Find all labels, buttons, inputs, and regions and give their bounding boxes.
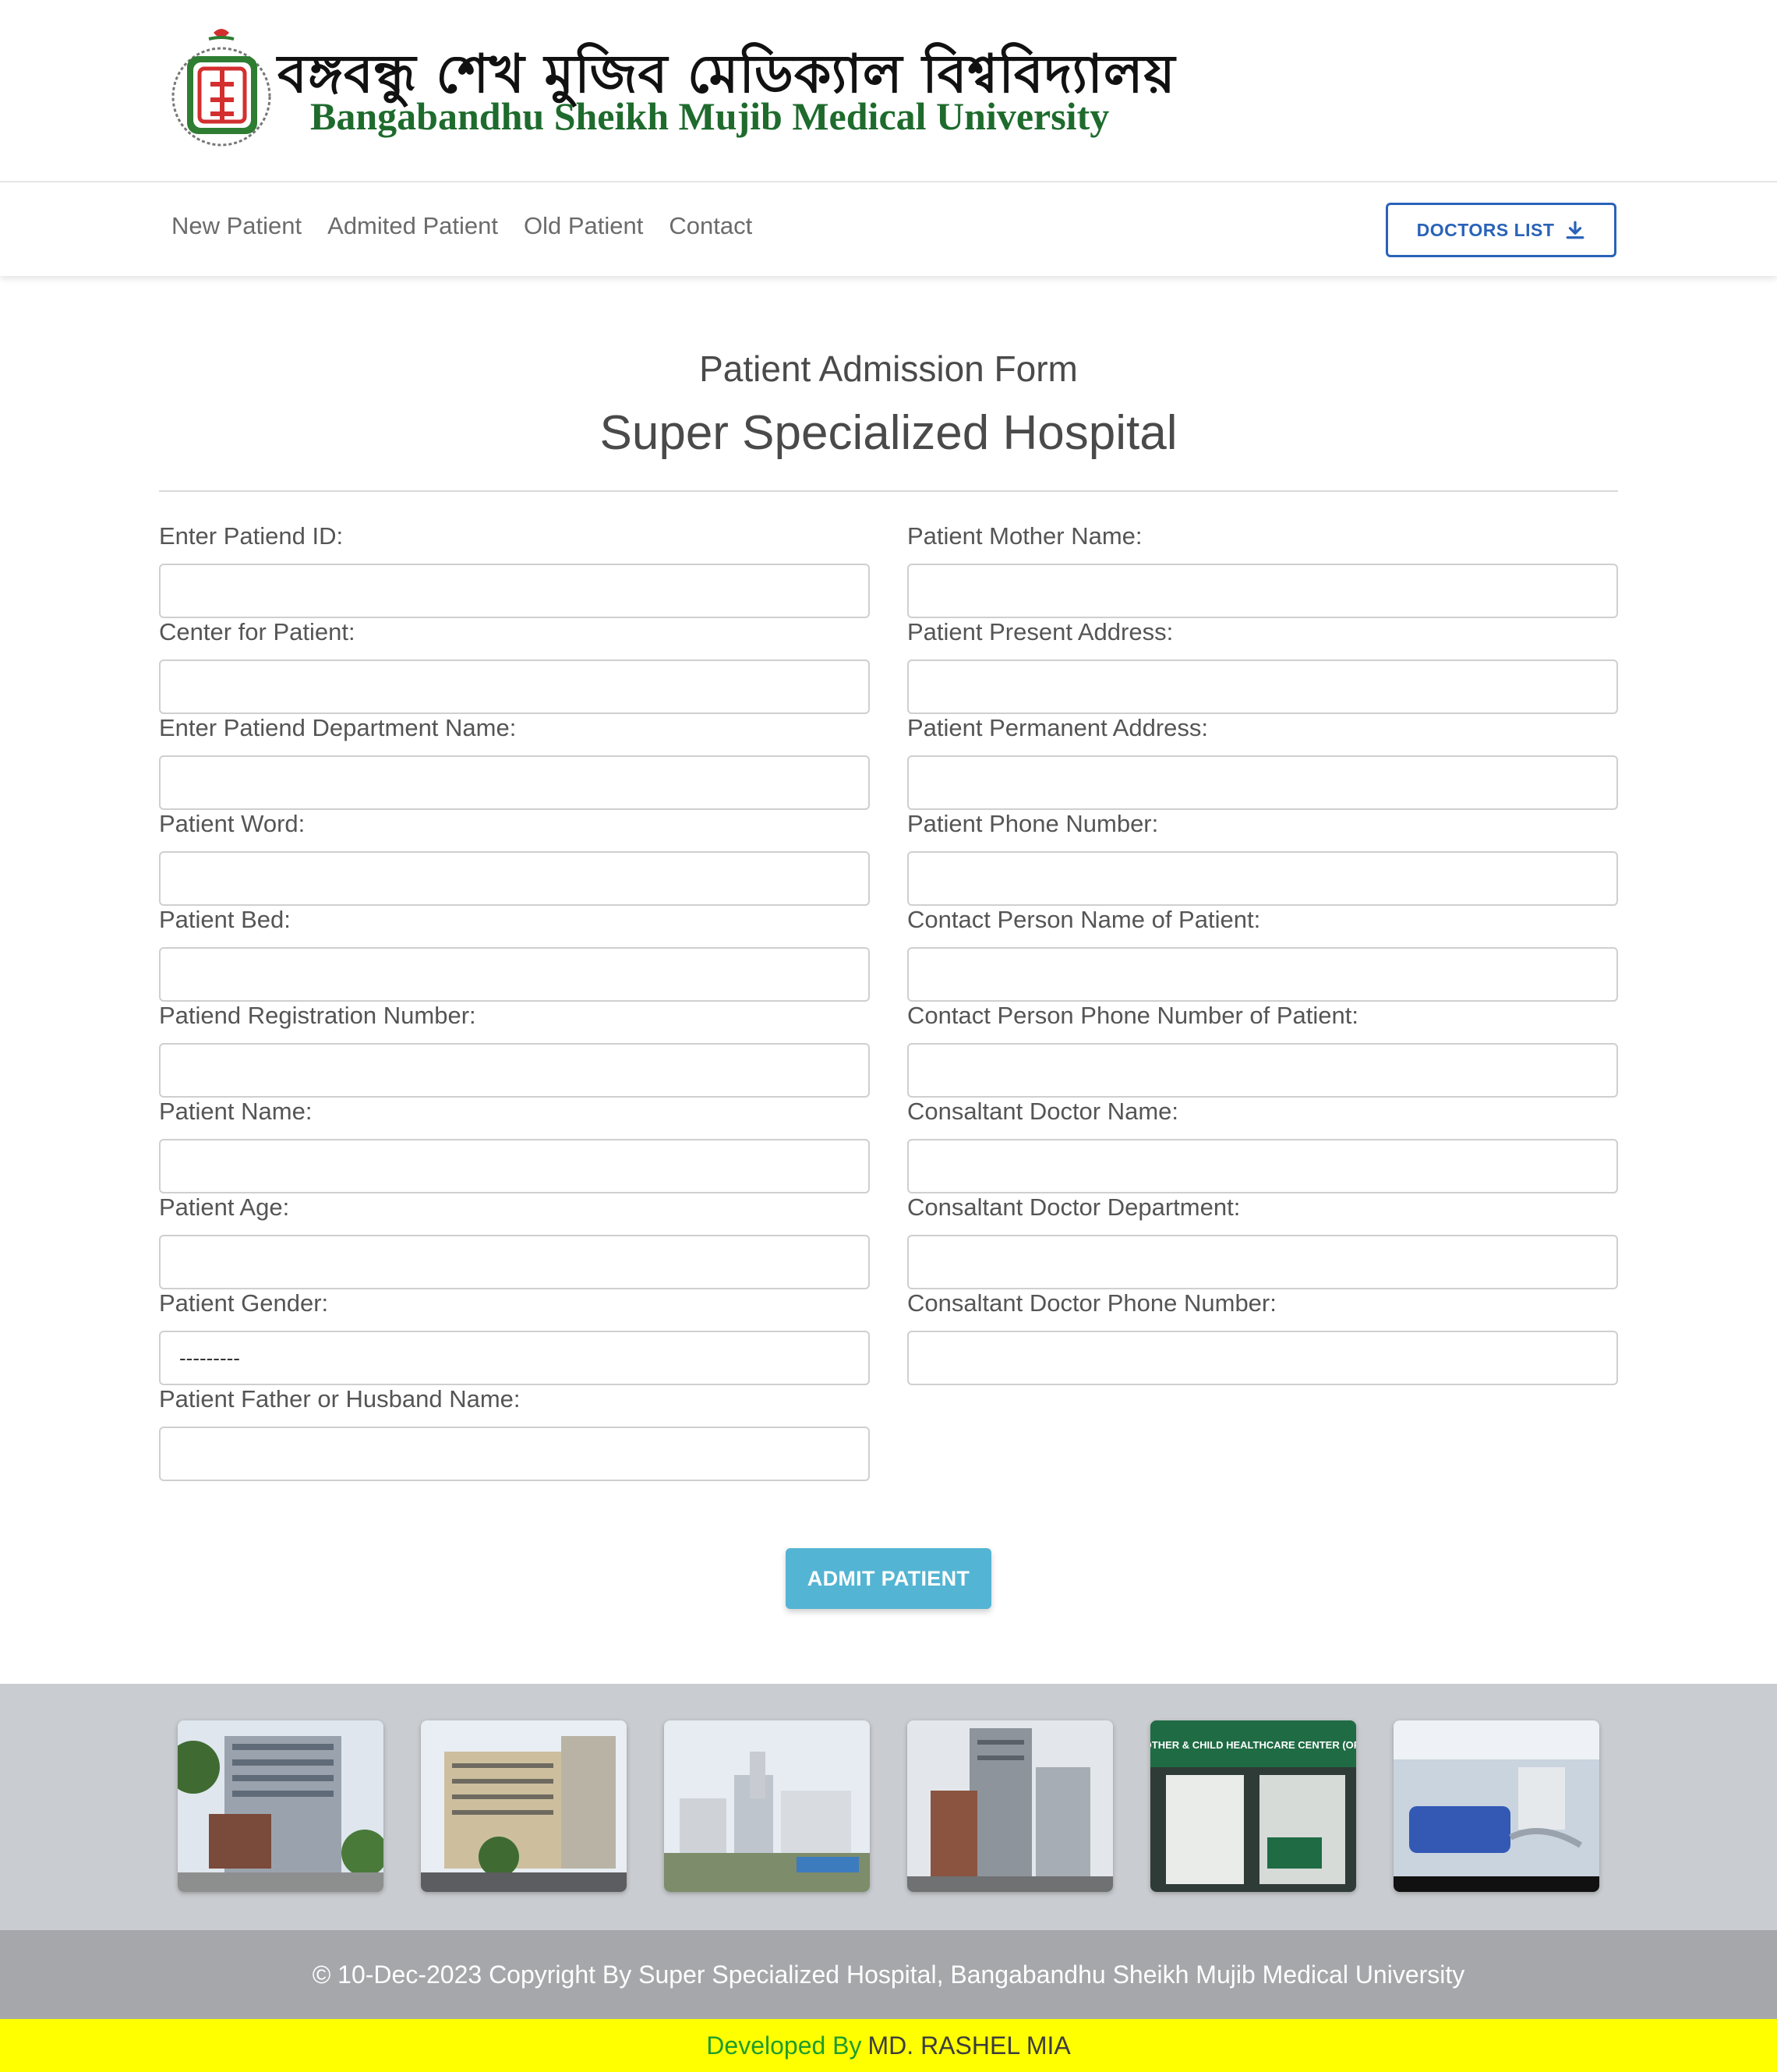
ward-input[interactable] <box>159 851 870 906</box>
field-patient-id: Enter Patiend ID: <box>159 518 870 618</box>
admit-patient-button[interactable]: ADMIT PATIENT <box>786 1548 991 1609</box>
developed-by-label: Developed By <box>706 2031 862 2060</box>
nav-links: New Patient Admited Patient Old Patient … <box>171 212 778 240</box>
field-contact-person-phone: Contact Person Phone Number of Patient: <box>907 998 1618 1098</box>
field-patient-name: Patient Name: <box>159 1094 870 1193</box>
patient-age-input[interactable] <box>159 1235 870 1289</box>
patient-id-input[interactable] <box>159 564 870 618</box>
field-registration-number: Patiend Registration Number: <box>159 998 870 1098</box>
gallery-photo-2[interactable] <box>421 1720 627 1892</box>
mother-name-input[interactable] <box>907 564 1618 618</box>
hospital-ward-photo-icon <box>1394 1720 1599 1892</box>
copyright-bar: © 10-Dec-2023 Copyright By Super Special… <box>0 1930 1777 2019</box>
phone-number-input[interactable] <box>907 851 1618 906</box>
father-husband-name-label: Patient Father or Husband Name: <box>159 1385 521 1413</box>
field-patient-gender: Patient Gender: --------- <box>159 1285 870 1385</box>
field-permanent-address: Patient Permanent Address: <box>907 710 1618 810</box>
department-input[interactable] <box>159 755 870 810</box>
field-center: Center for Patient: <box>159 614 870 714</box>
nav-admitted-patient[interactable]: Admited Patient <box>327 212 498 240</box>
patient-id-label: Enter Patiend ID: <box>159 522 344 550</box>
field-patient-age: Patient Age: <box>159 1190 870 1289</box>
doctors-list-button[interactable]: DOCTORS LIST <box>1386 203 1616 257</box>
consultant-doctor-phone-input[interactable] <box>907 1331 1618 1385</box>
building-photo-icon <box>664 1720 870 1892</box>
permanent-address-input[interactable] <box>907 755 1618 810</box>
gallery-photo-3[interactable] <box>664 1720 870 1892</box>
contact-person-phone-input[interactable] <box>907 1043 1618 1098</box>
field-mother-name: Patient Mother Name: <box>907 518 1618 618</box>
photo-gallery: MOTHER & CHILD HEALTHCARE CENTER (OPD) <box>0 1684 1777 1930</box>
permanent-address-label: Patient Permanent Address: <box>907 714 1209 741</box>
site-header: বঙ্গবন্ধু শেখ মুজিব মেডিক্যাল বিশ্ববিদ্য… <box>0 0 1777 182</box>
bed-label: Patient Bed: <box>159 906 291 933</box>
consultant-doctor-department-input[interactable] <box>907 1235 1618 1289</box>
healthcare-sign-text: MOTHER & CHILD HEALTHCARE CENTER (OPD) <box>1150 1739 1356 1751</box>
building-photo-icon <box>421 1720 627 1892</box>
patient-gender-label: Patient Gender: <box>159 1289 329 1317</box>
phone-number-label: Patient Phone Number: <box>907 810 1159 837</box>
university-seal-icon <box>171 29 271 147</box>
consultant-doctor-name-input[interactable] <box>907 1139 1618 1193</box>
nav-contact[interactable]: Contact <box>669 212 752 240</box>
contact-person-name-input[interactable] <box>907 947 1618 1002</box>
department-label: Enter Patiend Department Name: <box>159 714 517 741</box>
nav-new-patient[interactable]: New Patient <box>171 212 302 240</box>
field-consultant-doctor-name: Consaltant Doctor Name: <box>907 1094 1618 1193</box>
bed-input[interactable] <box>159 947 870 1002</box>
patient-age-label: Patient Age: <box>159 1193 290 1221</box>
gallery-photo-5[interactable]: MOTHER & CHILD HEALTHCARE CENTER (OPD) <box>1150 1720 1356 1892</box>
ward-label: Patient Word: <box>159 810 306 837</box>
mother-name-label: Patient Mother Name: <box>907 522 1143 550</box>
center-input[interactable] <box>159 659 870 714</box>
field-bed: Patient Bed: <box>159 902 870 1002</box>
doctors-list-label: DOCTORS LIST <box>1416 219 1555 240</box>
nav-old-patient[interactable]: Old Patient <box>524 212 643 240</box>
field-contact-person-name: Contact Person Name of Patient: <box>907 902 1618 1002</box>
father-husband-name-input[interactable] <box>159 1427 870 1481</box>
consultant-doctor-phone-label: Consaltant Doctor Phone Number: <box>907 1289 1277 1317</box>
patient-name-input[interactable] <box>159 1139 870 1193</box>
contact-person-phone-label: Contact Person Phone Number of Patient: <box>907 1002 1358 1029</box>
gallery-photo-4[interactable] <box>907 1720 1113 1892</box>
title-divider <box>159 490 1618 492</box>
main-navbar: New Patient Admited Patient Old Patient … <box>0 184 1777 276</box>
university-name-english: Bangabandhu Sheikh Mujib Medical Univers… <box>310 94 1110 138</box>
registration-number-label: Patiend Registration Number: <box>159 1002 476 1029</box>
present-address-label: Patient Present Address: <box>907 618 1174 645</box>
field-phone-number: Patient Phone Number: <box>907 806 1618 906</box>
consultant-doctor-name-label: Consaltant Doctor Name: <box>907 1098 1179 1125</box>
field-consultant-doctor-department: Consaltant Doctor Department: <box>907 1190 1618 1289</box>
university-logo[interactable]: বঙ্গবন্ধু শেখ মুজিব মেডিক্যাল বিশ্ববিদ্য… <box>170 22 1175 162</box>
field-ward: Patient Word: <box>159 806 870 906</box>
gallery-photo-1[interactable] <box>178 1720 383 1892</box>
hospital-title: Super Specialized Hospital <box>599 406 1178 460</box>
field-father-husband-name: Patient Father or Husband Name: <box>159 1381 870 1481</box>
download-icon <box>1567 221 1584 239</box>
field-department: Enter Patiend Department Name: <box>159 710 870 810</box>
contact-person-name-label: Contact Person Name of Patient: <box>907 906 1261 933</box>
copyright-text: © 10-Dec-2023 Copyright By Super Special… <box>312 1960 1465 1989</box>
developer-name[interactable]: MD. RASHEL MIA <box>868 2031 1071 2060</box>
registration-number-input[interactable] <box>159 1043 870 1098</box>
healthcare-center-photo-icon: MOTHER & CHILD HEALTHCARE CENTER (OPD) <box>1150 1720 1356 1892</box>
developer-bar: Developed By MD. RASHEL MIA <box>0 2019 1777 2072</box>
building-photo-icon <box>178 1720 383 1892</box>
form-title: Patient Admission Form <box>699 348 1078 389</box>
gallery-photo-6[interactable] <box>1394 1720 1599 1892</box>
consultant-doctor-department-label: Consaltant Doctor Department: <box>907 1193 1241 1221</box>
center-label: Center for Patient: <box>159 618 355 645</box>
building-photo-icon <box>907 1720 1113 1892</box>
field-present-address: Patient Present Address: <box>907 614 1618 714</box>
field-consultant-doctor-phone: Consaltant Doctor Phone Number: <box>907 1285 1618 1385</box>
present-address-input[interactable] <box>907 659 1618 714</box>
patient-name-label: Patient Name: <box>159 1098 313 1125</box>
patient-gender-selected: --------- <box>179 1345 240 1370</box>
patient-gender-select[interactable]: --------- <box>159 1331 870 1385</box>
